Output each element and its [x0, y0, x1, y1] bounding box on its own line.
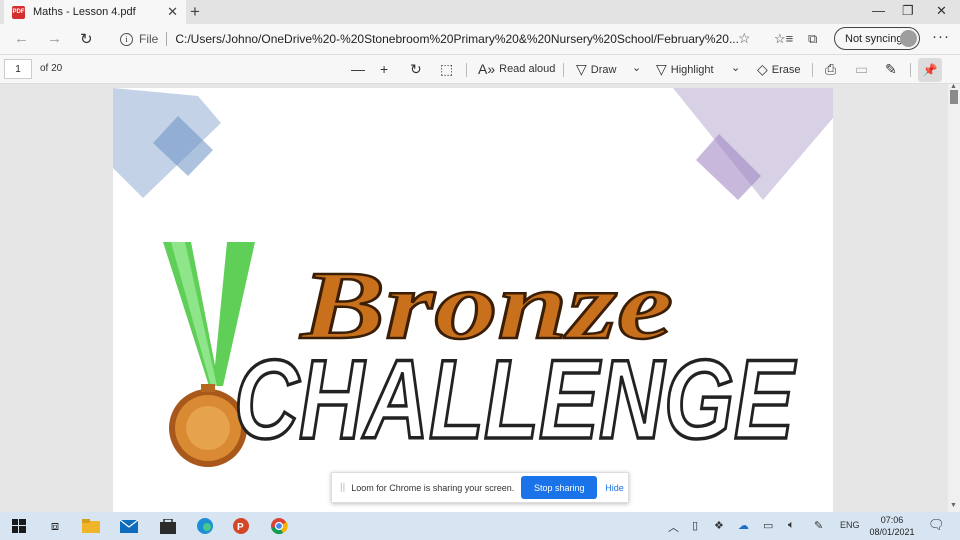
scroll-down-icon[interactable]: ▼ — [950, 502, 957, 509]
taskbar: ⧈ P ︿ ▯ ❖ ☁ ▭ 🔈︎ ✎ ENG 07:06 08/01/2021 … — [0, 512, 960, 540]
chrome-icon[interactable] — [268, 516, 290, 536]
draw-label: Draw — [590, 63, 617, 76]
print-icon[interactable]: ⎙ — [825, 61, 836, 78]
rotate-icon[interactable]: ↻ — [410, 61, 422, 78]
scroll-thumb[interactable] — [950, 90, 958, 104]
toolbar-divider — [812, 63, 813, 77]
toolbar-divider — [466, 63, 467, 77]
clock-time: 07:06 — [880, 515, 904, 525]
save-icon[interactable]: ▭ — [855, 61, 868, 78]
highlight-button[interactable]: ▽ Highlight — [656, 61, 714, 78]
drag-handle-icon[interactable]: || — [340, 482, 345, 493]
zoom-out-icon[interactable]: — — [351, 61, 365, 77]
more-icon[interactable]: ··· — [932, 28, 950, 45]
loom-message: Loom for Chrome is sharing your screen. — [351, 482, 515, 493]
tab-strip: PDF Maths - Lesson 4.pdf ✕ + — ❐ ✕ — [0, 0, 960, 24]
pdf-icon: PDF — [12, 5, 25, 19]
back-icon[interactable]: ← — [14, 30, 29, 47]
clock[interactable]: 07:06 08/01/2021 — [866, 514, 918, 538]
highlight-label: Highlight — [670, 63, 714, 76]
pdf-toolbar: 1 of 20 — + ↻ ⬚ A» Read aloud ▽ Draw ⌄ ▽… — [0, 54, 960, 84]
favorites-icon[interactable]: ☆≡ — [774, 31, 793, 47]
draw-button[interactable]: ▽ Draw — [576, 61, 616, 78]
refresh-icon[interactable]: ↻ — [80, 30, 93, 48]
loom-sharing-banner: || Loom for Chrome is sharing your scree… — [331, 472, 629, 503]
sync-button[interactable]: Not syncing — [834, 27, 920, 50]
read-aloud-icon: A» — [478, 61, 496, 77]
address-divider — [166, 32, 168, 46]
page-artwork: CHALLENGE Bronze — [113, 88, 833, 467]
read-aloud-label: Read aloud — [499, 63, 556, 75]
address-bar-row: ← → ↻ i File C:/Users/Johno/OneDrive%20-… — [0, 24, 960, 54]
address-field[interactable]: i File C:/Users/Johno/OneDrive%20-%20Sto… — [110, 27, 765, 51]
collections-icon[interactable]: ⧉ — [808, 31, 817, 47]
tab-close-icon[interactable]: ✕ — [167, 4, 178, 20]
star-icon[interactable]: ☆ — [738, 30, 751, 47]
task-view-icon[interactable]: ⧈ — [44, 516, 66, 536]
scrollbar[interactable]: ▲ ▼ — [948, 83, 960, 512]
tray-chevron-icon[interactable]: ︿ — [668, 519, 679, 535]
medal-clasp — [201, 384, 215, 392]
sync-label: Not syncing — [845, 32, 903, 45]
new-tab-icon[interactable]: + — [190, 2, 200, 22]
svg-text:P: P — [237, 522, 244, 533]
fit-page-icon[interactable]: ⬚ — [440, 61, 453, 78]
forward-icon[interactable]: → — [47, 30, 62, 47]
file-label: File — [139, 32, 159, 46]
avatar — [900, 30, 917, 47]
erase-label: Erase — [771, 63, 801, 76]
clock-date: 08/01/2021 — [869, 527, 915, 537]
hide-link[interactable]: Hide — [605, 483, 624, 493]
url-text: C:/Users/Johno/OneDrive%20-%20Stonebroom… — [175, 32, 739, 46]
notifications-icon[interactable]: 🗨︎ — [928, 517, 945, 533]
bronze-word: Bronze — [300, 252, 673, 360]
erase-button[interactable]: ◇ Erase — [757, 61, 801, 78]
stop-sharing-button[interactable]: Stop sharing — [521, 476, 598, 499]
powerpoint-icon[interactable]: P — [230, 516, 252, 536]
battery-icon[interactable]: ▭ — [763, 519, 773, 532]
minimize-icon[interactable]: — — [872, 3, 885, 18]
tab-pdf[interactable]: PDF Maths - Lesson 4.pdf ✕ — [4, 0, 186, 24]
erase-icon: ◇ — [757, 61, 768, 77]
tab-title: Maths - Lesson 4.pdf — [33, 6, 136, 18]
windows-start-icon[interactable] — [8, 516, 30, 536]
mail-icon[interactable] — [118, 516, 140, 536]
draw-dropdown-icon[interactable]: ⌄ — [632, 61, 641, 74]
restore-icon[interactable]: ❐ — [902, 3, 914, 19]
language-indicator[interactable]: ENG — [840, 520, 860, 530]
file-explorer-icon[interactable] — [80, 516, 102, 536]
pdf-page: CHALLENGE Bronze — [113, 88, 833, 512]
page-count: of 20 — [40, 63, 63, 74]
onedrive-icon[interactable]: ☁ — [738, 519, 749, 532]
volume-icon[interactable]: 🔈︎ — [788, 519, 795, 532]
tray-phone-icon[interactable]: ▯ — [692, 519, 698, 532]
edge-icon[interactable] — [194, 516, 216, 536]
store-icon[interactable] — [157, 516, 179, 536]
save-as-icon[interactable]: ✎ — [885, 61, 897, 78]
highlight-dropdown-icon[interactable]: ⌄ — [731, 61, 740, 74]
window-close-icon[interactable]: ✕ — [936, 3, 947, 19]
scroll-up-icon[interactable]: ▲ — [950, 83, 957, 90]
dropbox-icon[interactable]: ❖ — [714, 519, 724, 532]
pin-icon[interactable]: 📌 — [918, 58, 942, 82]
read-aloud-button[interactable]: A» Read aloud — [478, 61, 555, 77]
draw-icon: ▽ — [576, 61, 587, 77]
toolbar-divider — [910, 63, 911, 77]
medal-center — [186, 406, 230, 450]
toolbar-divider — [563, 63, 564, 77]
page-number-input[interactable]: 1 — [4, 59, 32, 79]
zoom-in-icon[interactable]: + — [380, 61, 388, 77]
pen-icon[interactable]: ✎ — [814, 519, 823, 532]
highlight-icon: ▽ — [656, 61, 667, 77]
info-icon[interactable]: i — [120, 32, 133, 46]
